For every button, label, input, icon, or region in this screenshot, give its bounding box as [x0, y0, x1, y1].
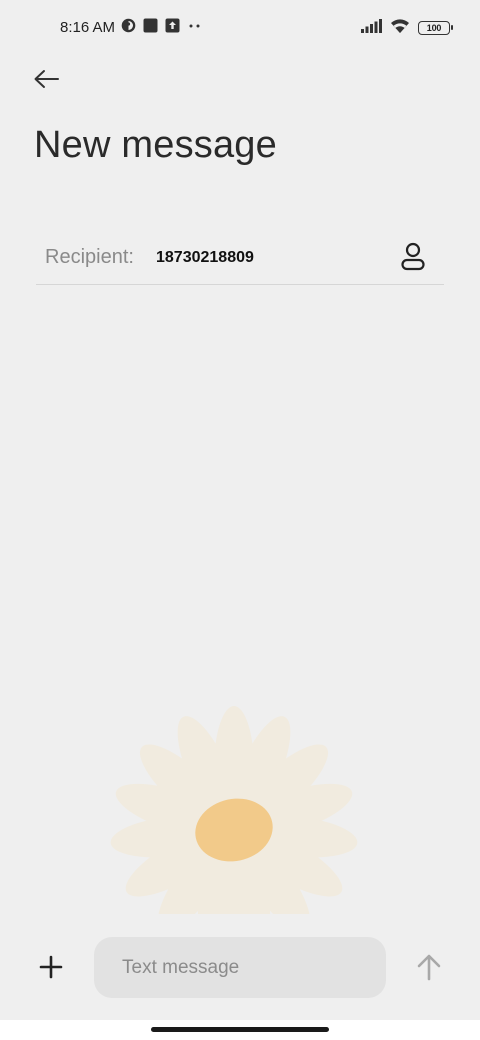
status-left-icons	[121, 18, 203, 38]
arrow-left-icon	[32, 68, 60, 95]
back-button[interactable]	[30, 66, 62, 96]
send-button[interactable]	[412, 951, 446, 987]
notification-square-icon	[143, 18, 158, 38]
page-title: New message	[34, 124, 277, 166]
status-bar: 8:16 AM 100	[0, 0, 480, 56]
battery-icon: 100	[418, 21, 453, 35]
recipient-label: Recipient:	[45, 246, 134, 268]
contact-picker-button[interactable]	[398, 242, 428, 276]
more-dots-icon	[187, 18, 203, 38]
arrow-up-icon	[416, 953, 442, 986]
person-icon	[400, 242, 426, 277]
home-indicator[interactable]	[151, 1027, 329, 1032]
recipient-field[interactable]: Recipient: 18730218809	[36, 236, 444, 285]
upload-icon	[165, 18, 180, 38]
status-time: 8:16 AM	[60, 19, 116, 36]
wifi-icon	[390, 18, 410, 39]
plus-icon	[39, 955, 63, 984]
daisy-illustration	[110, 706, 370, 952]
signal-icon	[361, 18, 382, 38]
status-right-icons: 100	[361, 18, 453, 39]
recipient-value[interactable]: 18730218809	[156, 249, 254, 267]
add-attachment-button[interactable]	[32, 950, 70, 988]
notification-circle-icon	[121, 18, 136, 38]
message-input[interactable]	[94, 937, 386, 998]
